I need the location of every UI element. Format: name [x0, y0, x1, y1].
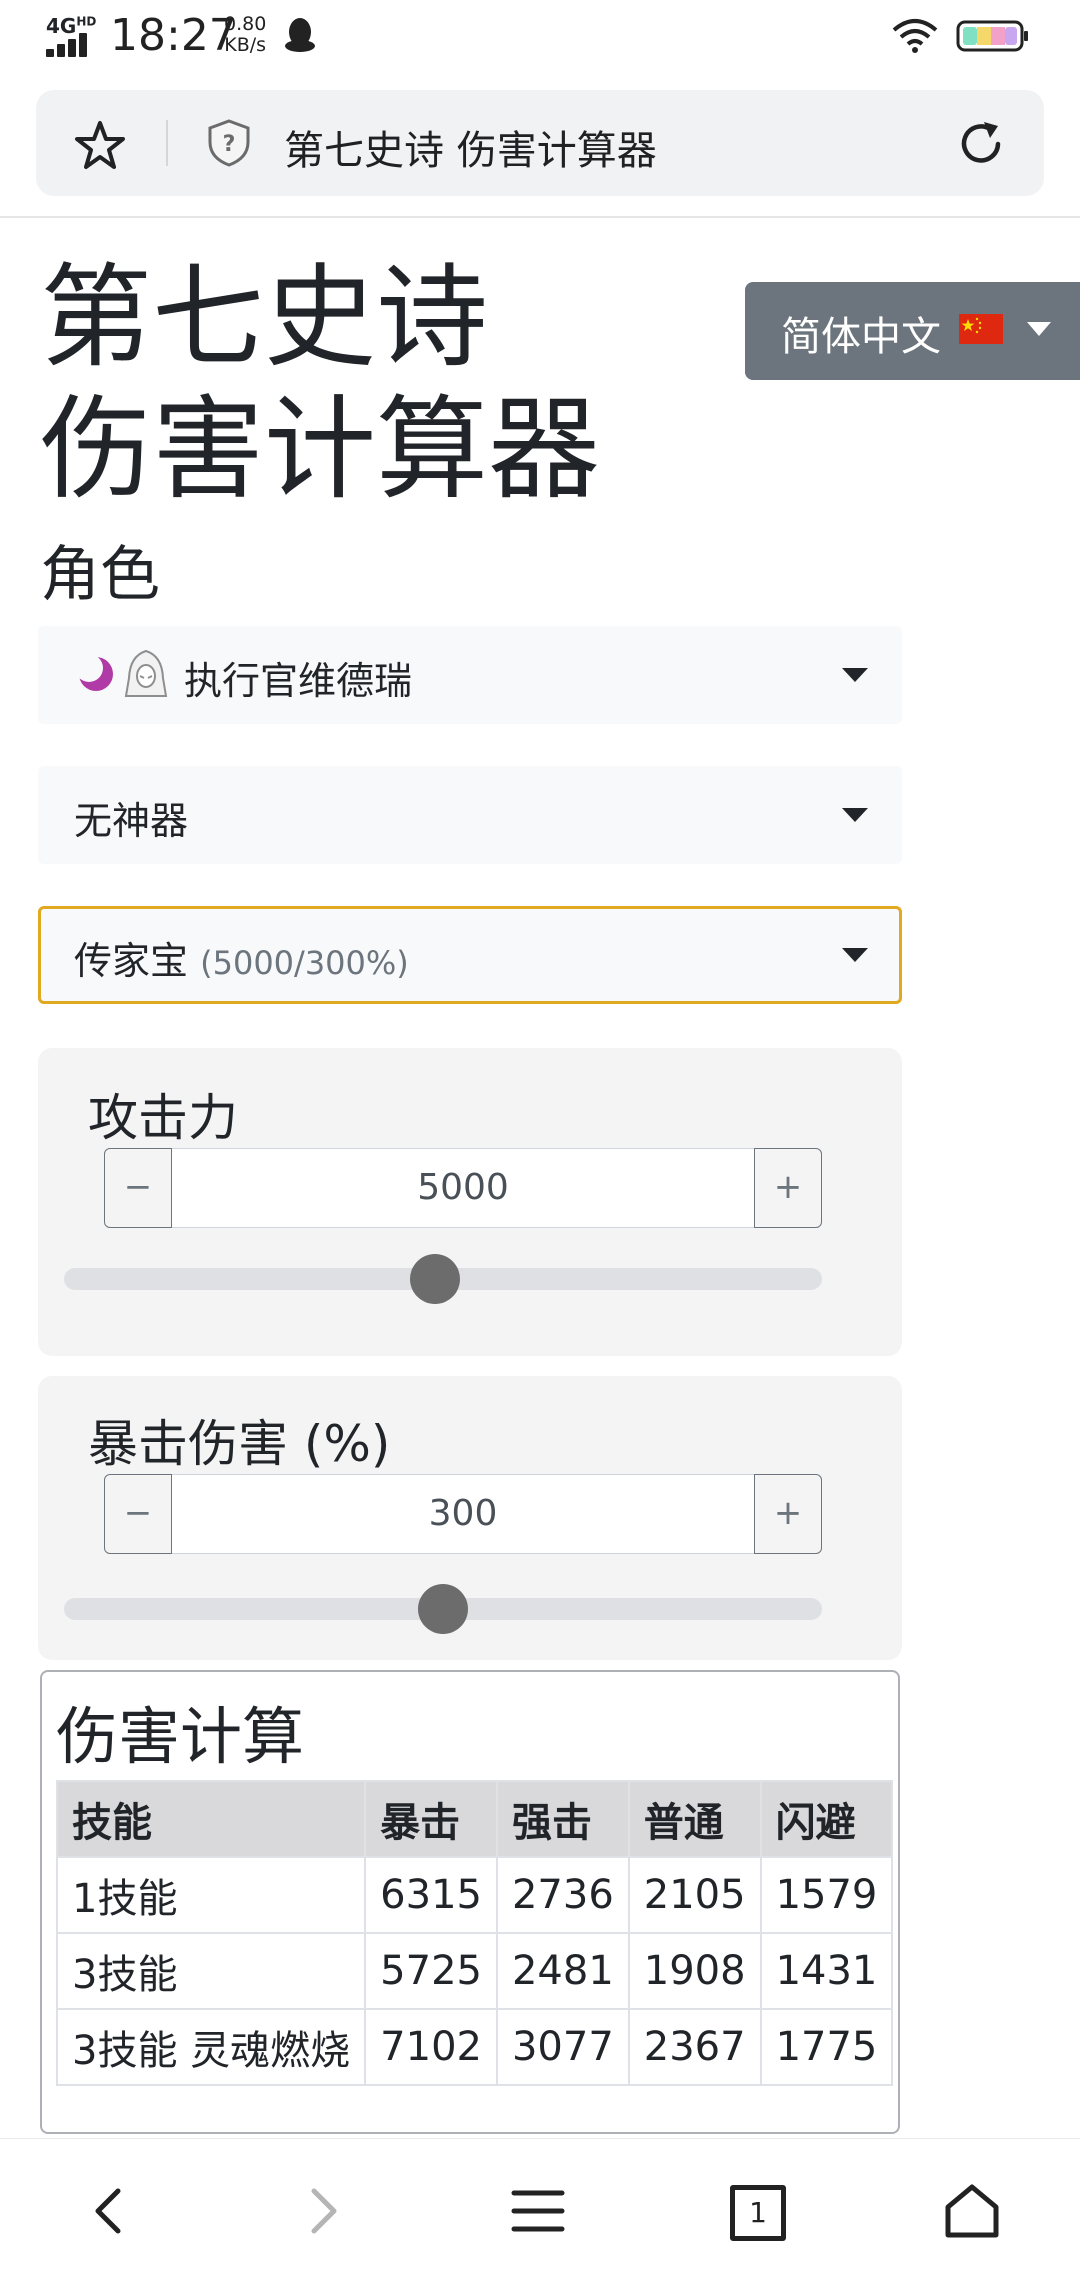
network-speed: 0.80 KB/s [224, 13, 267, 56]
table-cell: 6315 [364, 1856, 498, 1934]
signal-icon [46, 33, 96, 57]
status-bar: 4GHD 18:27 0.80 KB/s [0, 0, 1080, 78]
table-cell: 7102 [364, 2008, 498, 2086]
clock: 18:27 [110, 10, 237, 61]
chevron-down-icon [842, 668, 868, 682]
language-label: 简体中文 [781, 314, 941, 360]
table-cell: 1579 [759, 1856, 894, 1934]
table-cell: 1431 [759, 1932, 894, 2010]
tabs-icon[interactable]: 1 [726, 2181, 786, 2241]
menu-icon[interactable] [508, 2181, 568, 2241]
artifact-select-value: 无神器 [74, 799, 189, 843]
column-header: 强击 [495, 1780, 630, 1858]
table-cell: 2481 [495, 1932, 630, 2010]
hero-select[interactable]: 执行官维德瑞 [38, 626, 902, 724]
attack-slider-thumb[interactable] [410, 1254, 461, 1304]
attack-increment-button[interactable]: + [754, 1148, 822, 1228]
table-row: 3技能 灵魂燃烧 7102 3077 2367 1775 [55, 2008, 894, 2086]
column-header: 普通 [627, 1780, 762, 1858]
table-cell: 1技能 [55, 1856, 367, 1934]
page-title: 第七史诗 伤害计算器 [40, 253, 600, 515]
back-icon[interactable] [80, 2181, 140, 2241]
preset-select-value: 传家宝 (5000/300%) [74, 939, 409, 983]
crit-damage-increment-button[interactable]: + [754, 1474, 822, 1554]
attack-input[interactable]: 5000 [172, 1148, 754, 1228]
home-icon[interactable] [942, 2181, 1002, 2241]
damage-title: 伤害计算 [56, 1700, 305, 1773]
table-header-row: 技能 暴击 强击 普通 闪避 [55, 1780, 894, 1858]
damage-table: 技能 暴击 强击 普通 闪避 1技能 6315 2736 2105 1579 3… [55, 1780, 894, 2086]
crit-damage-stepper[interactable]: − 300 + [104, 1474, 822, 1556]
china-flag-icon [959, 314, 1003, 344]
svg-text:?: ? [223, 132, 236, 157]
crit-damage-slider-thumb[interactable] [418, 1584, 468, 1634]
header-divider [0, 216, 1080, 218]
attack-decrement-button[interactable]: − [104, 1148, 172, 1228]
hero-select-value: 执行官维德瑞 [184, 659, 413, 703]
table-cell: 3077 [495, 2008, 630, 2086]
shield-question-icon[interactable]: ? [206, 118, 252, 168]
column-header: 闪避 [759, 1780, 894, 1858]
forward-icon[interactable] [292, 2181, 352, 2241]
table-row: 1技能 6315 2736 2105 1579 [55, 1856, 894, 1934]
battery-icon [956, 20, 1028, 52]
moon-icon [76, 654, 113, 691]
attack-stepper[interactable]: − 5000 + [104, 1148, 822, 1230]
chevron-down-icon [842, 948, 868, 962]
address-bar-divider [166, 120, 168, 166]
table-cell: 3技能 灵魂燃烧 [55, 2008, 367, 2086]
column-header: 技能 [55, 1780, 367, 1858]
qq-icon [285, 18, 315, 52]
artifact-select[interactable]: 无神器 [38, 766, 902, 864]
table-cell: 1908 [627, 1932, 762, 2010]
preset-select[interactable]: 传家宝 (5000/300%) [38, 906, 902, 1004]
reload-icon[interactable] [956, 120, 1006, 168]
table-row: 3技能 5725 2481 1908 1431 [55, 1932, 894, 2010]
tab-count: 1 [730, 2185, 786, 2241]
column-header: 暴击 [364, 1780, 498, 1858]
table-cell: 5725 [364, 1932, 498, 2010]
character-section-label: 角色 [40, 540, 160, 610]
attack-label: 攻击力 [88, 1089, 238, 1147]
hooded-figure-icon [124, 649, 168, 697]
table-cell: 2105 [627, 1856, 762, 1934]
wifi-icon [892, 19, 938, 53]
table-cell: 1775 [759, 2008, 894, 2086]
star-icon[interactable] [74, 120, 126, 170]
crit-damage-card: 暴击伤害 (%) − 300 + [38, 1376, 902, 1660]
attack-slider[interactable] [64, 1254, 822, 1304]
language-dropdown-button[interactable]: 简体中文 [745, 282, 1080, 380]
browser-address-bar[interactable]: ? 第七史诗 伤害计算器 [36, 90, 1044, 196]
chevron-down-icon [1027, 322, 1051, 336]
table-cell: 3技能 [55, 1932, 367, 2010]
preset-detail: (5000/300%) [200, 944, 409, 982]
browser-bottom-nav: 1 [0, 2138, 1080, 2281]
attack-card: 攻击力 − 5000 + [38, 1048, 902, 1356]
browser-page-title[interactable]: 第七史诗 伤害计算器 [284, 118, 657, 176]
crit-damage-slider[interactable] [64, 1584, 822, 1634]
table-cell: 2736 [495, 1856, 630, 1934]
crit-damage-label: 暴击伤害 (%) [88, 1415, 391, 1473]
table-cell: 2367 [627, 2008, 762, 2086]
crit-damage-input[interactable]: 300 [172, 1474, 754, 1554]
chevron-down-icon [842, 808, 868, 822]
crit-damage-decrement-button[interactable]: − [104, 1474, 172, 1554]
damage-card: 伤害计算 技能 暴击 强击 普通 闪避 1技能 6315 2736 2105 1… [40, 1670, 900, 2134]
